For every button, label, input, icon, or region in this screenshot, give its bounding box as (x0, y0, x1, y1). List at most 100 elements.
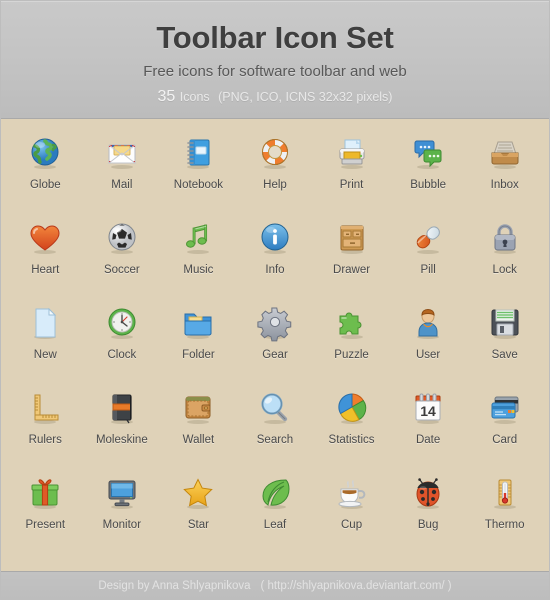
icon-cell-folder[interactable]: Folder (160, 301, 237, 386)
coffee-cup-icon[interactable] (336, 477, 368, 509)
rulers-icon[interactable] (29, 392, 61, 424)
icon-label: Search (256, 434, 294, 446)
page-subtitle: Free icons for software toolbar and web (143, 63, 407, 80)
icon-cell-user[interactable]: User (390, 301, 467, 386)
help-lifebuoy-icon[interactable] (259, 137, 291, 169)
icon-cell-save[interactable]: Save (466, 301, 543, 386)
star-icon[interactable] (182, 477, 214, 509)
moleskine-notebook-icon[interactable] (106, 392, 138, 424)
icon-cell-drawer[interactable]: Drawer (313, 216, 390, 301)
globe-icon[interactable] (29, 137, 61, 169)
icon-label: Card (492, 434, 518, 446)
icon-cell-heart[interactable]: Heart (7, 216, 84, 301)
icon-cell-rulers[interactable]: Rulers (7, 386, 84, 471)
icon-label: Globe (29, 179, 61, 191)
present-gift-icon[interactable] (29, 477, 61, 509)
icon-cell-gear[interactable]: Gear (237, 301, 314, 386)
icon-label: Heart (31, 264, 60, 276)
poster-footer: Design by Anna Shlyapnikova ( http://shl… (1, 571, 549, 599)
new-document-icon[interactable] (29, 307, 61, 339)
icon-cell-cup[interactable]: Cup (313, 471, 390, 556)
icon-label: Help (263, 179, 287, 191)
icon-label: Moleskine (95, 434, 148, 446)
icon-cell-wallet[interactable]: Wallet (160, 386, 237, 471)
icon-cell-pill[interactable]: Pill (390, 216, 467, 301)
icon-cell-lock[interactable]: Lock (466, 216, 543, 301)
lock-icon[interactable] (489, 222, 521, 254)
folder-icon[interactable] (182, 307, 214, 339)
icon-count-unit: Icons (179, 90, 210, 104)
icon-label: Monitor (102, 519, 142, 531)
icon-label: Folder (182, 349, 215, 361)
mail-icon[interactable] (106, 137, 138, 169)
inbox-icon[interactable] (489, 137, 521, 169)
icon-cell-bug[interactable]: Bug (390, 471, 467, 556)
thermometer-icon[interactable] (489, 477, 521, 509)
drawer-icon[interactable] (336, 222, 368, 254)
pill-icon[interactable] (412, 222, 444, 254)
monitor-icon[interactable] (106, 477, 138, 509)
icon-label: Star (187, 519, 209, 531)
icon-cell-globe[interactable]: Globe (7, 131, 84, 216)
calendar-date-icon[interactable]: 14 (412, 392, 444, 424)
icon-cell-mail[interactable]: Mail (84, 131, 161, 216)
icon-cell-card[interactable]: Card (466, 386, 543, 471)
icon-cell-soccer[interactable]: Soccer (84, 216, 161, 301)
icon-cell-puzzle[interactable]: Puzzle (313, 301, 390, 386)
icon-cell-monitor[interactable]: Monitor (84, 471, 161, 556)
designer-url[interactable]: ( http://shlyapnikova.deviantart.com/ ) (261, 580, 452, 592)
heart-icon[interactable] (29, 222, 61, 254)
icon-cell-music[interactable]: Music (160, 216, 237, 301)
icon-cell-moleskine[interactable]: Moleskine (84, 386, 161, 471)
ladybug-icon[interactable] (412, 477, 444, 509)
puzzle-piece-icon[interactable] (336, 307, 368, 339)
leaf-icon[interactable] (259, 477, 291, 509)
poster-header: Toolbar Icon Set Free icons for software… (1, 1, 549, 119)
icon-count: 35 (157, 88, 176, 105)
soccer-ball-icon[interactable] (106, 222, 138, 254)
icon-set-poster: Toolbar Icon Set Free icons for software… (0, 0, 550, 600)
icon-cell-star[interactable]: Star (160, 471, 237, 556)
user-icon[interactable] (412, 307, 444, 339)
icon-label: Gear (262, 349, 288, 361)
statistics-pie-chart-icon[interactable] (336, 392, 368, 424)
icon-cell-present[interactable]: Present (7, 471, 84, 556)
notebook-icon[interactable] (182, 137, 214, 169)
music-note-icon[interactable] (182, 222, 214, 254)
speech-bubble-icon[interactable] (412, 137, 444, 169)
icon-cell-help[interactable]: Help (237, 131, 314, 216)
designer-credit: Design by Anna Shlyapnikova (98, 579, 251, 592)
icon-cell-info[interactable]: Info (237, 216, 314, 301)
icon-label: Music (183, 264, 214, 276)
search-magnifier-icon[interactable] (259, 392, 291, 424)
icon-cell-inbox[interactable]: Inbox (466, 131, 543, 216)
print-icon[interactable] (336, 137, 368, 169)
icon-label: Lock (492, 264, 517, 276)
icon-label: Rulers (28, 434, 62, 446)
icon-cell-statistics[interactable]: Statistics (313, 386, 390, 471)
icon-cell-print[interactable]: Print (313, 131, 390, 216)
icon-label: Info (265, 264, 285, 276)
credit-card-icon[interactable] (489, 392, 521, 424)
info-icon[interactable] (259, 222, 291, 254)
icon-cell-leaf[interactable]: Leaf (237, 471, 314, 556)
icon-label: Leaf (263, 519, 287, 531)
icon-label: Bug (417, 519, 439, 531)
icon-label: Inbox (490, 179, 519, 191)
icon-cell-date[interactable]: 14 Date (390, 386, 467, 471)
save-floppy-icon[interactable] (489, 307, 521, 339)
icon-label: Thermo (484, 519, 525, 531)
icon-label: Puzzle (334, 349, 369, 361)
icon-cell-clock[interactable]: Clock (84, 301, 161, 386)
icon-cell-bubble[interactable]: Bubble (390, 131, 467, 216)
icon-cell-search[interactable]: Search (237, 386, 314, 471)
clock-icon[interactable] (106, 307, 138, 339)
icon-label: Bubble (410, 179, 447, 191)
icon-label: Wallet (182, 434, 215, 446)
icon-cell-new[interactable]: New (7, 301, 84, 386)
icon-cell-thermo[interactable]: Thermo (466, 471, 543, 556)
gear-icon[interactable] (257, 307, 292, 342)
wallet-icon[interactable] (182, 392, 214, 424)
icon-cell-notebook[interactable]: Notebook (160, 131, 237, 216)
icon-set-meta: 35 Icons (PNG, ICO, ICNS 32x32 pixels) (1, 88, 549, 106)
